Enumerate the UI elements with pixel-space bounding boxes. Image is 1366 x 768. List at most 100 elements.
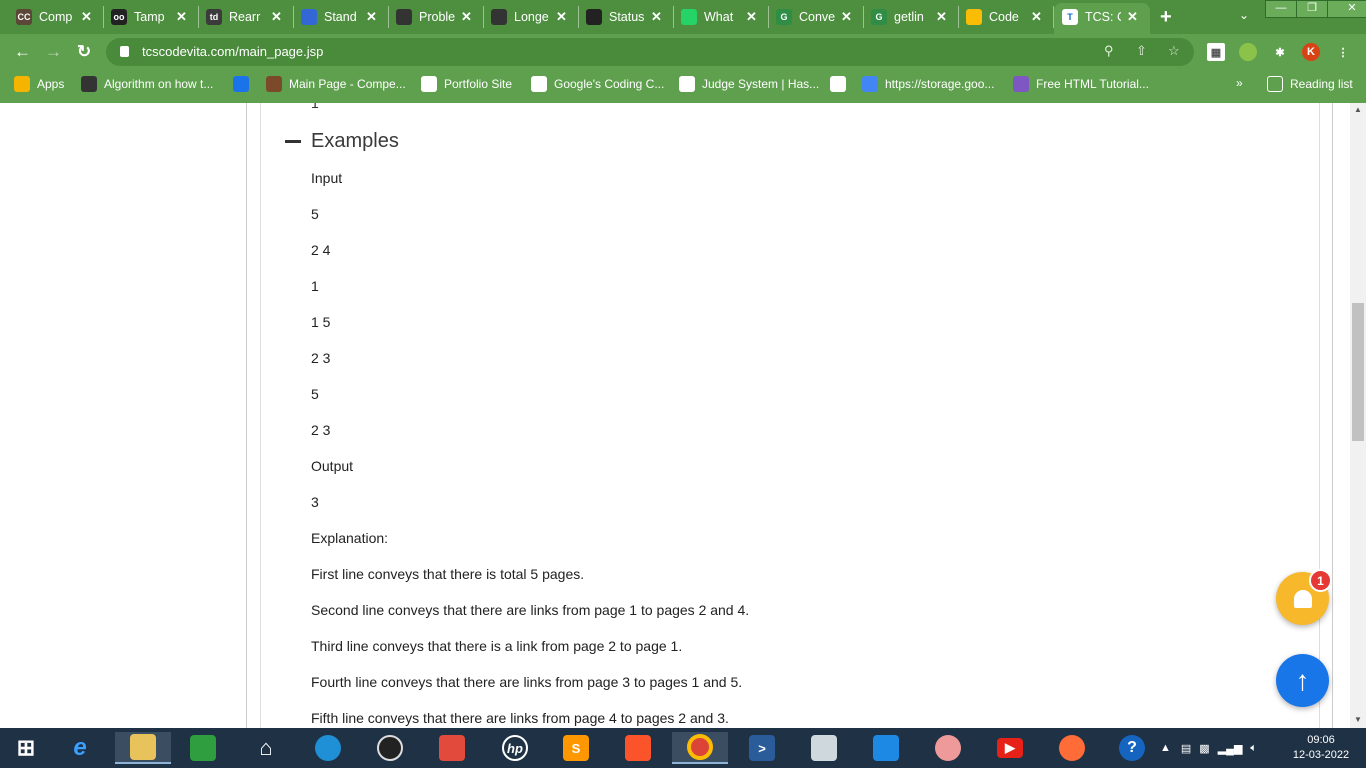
scroll-up-icon[interactable]: ▲ <box>1354 105 1362 114</box>
minimize-button[interactable]: — <box>1265 0 1297 18</box>
example-line: Third line conveys that there is a link … <box>311 638 683 654</box>
wikipedia-icon <box>830 76 846 92</box>
brave-icon <box>625 735 651 761</box>
windows-taskbar: ⊞ e ⌂ hp S > ▶ ? ▲ ▤ ▩ ▂▄▆ 🔈︎ 09:06 12-0… <box>0 728 1366 768</box>
tab-0[interactable]: CC Comp ✕ <box>16 6 104 28</box>
collapse-minus-icon[interactable] <box>285 140 301 143</box>
share-icon[interactable]: ⇧ <box>1136 43 1147 59</box>
bookmark-0[interactable]: Apps <box>14 76 64 92</box>
tab-title: Status <box>609 10 645 24</box>
clock-date: 12-03-2022 <box>1292 749 1350 761</box>
window-controls: — ❐ ✕ <box>1265 0 1366 18</box>
back-button[interactable]: ← <box>14 42 31 62</box>
taskbar-store[interactable] <box>185 732 221 764</box>
taskbar-vscode[interactable] <box>868 732 904 764</box>
bookmarks-overflow-button[interactable]: » <box>1236 76 1243 90</box>
bookmark-5[interactable]: Google's Coding C... <box>531 76 664 92</box>
bookmark-star-icon[interactable]: ☆ <box>1168 43 1180 59</box>
taskbar-hp[interactable]: hp <box>497 732 533 764</box>
volume-icon[interactable]: 🔈︎ <box>1250 742 1257 755</box>
taskbar-monitor[interactable] <box>806 732 842 764</box>
bookmark-4[interactable]: Portfolio Site <box>421 76 512 92</box>
forward-button[interactable]: → <box>45 42 62 62</box>
tab-4[interactable]: Proble ✕ <box>396 6 484 28</box>
taskbar-paint[interactable] <box>434 732 470 764</box>
tab-11[interactable]: T TCS: C ✕ <box>1062 6 1142 28</box>
examples-title: Examples <box>311 130 399 152</box>
vertical-scrollbar[interactable]: ▲ ▼ <box>1350 103 1366 728</box>
extension-chart-icon[interactable]: ▦ <box>1207 43 1225 61</box>
taskbar-clock[interactable]: 09:06 12-03-2022 <box>1290 733 1352 763</box>
reload-button[interactable]: ↻ <box>77 42 91 62</box>
tab-10[interactable]: Code ✕ <box>966 6 1054 28</box>
tab-title: Longe <box>514 10 549 24</box>
tray-expand-icon[interactable]: ▲ <box>1160 742 1171 754</box>
tab-close-icon[interactable]: ✕ <box>1031 9 1042 25</box>
notification-count-badge: 1 <box>1309 569 1332 592</box>
taskbar-powershell[interactable]: > <box>744 732 780 764</box>
bookmark-6[interactable]: Judge System | Has... <box>679 76 819 92</box>
restore-button[interactable]: ❐ <box>1296 0 1328 18</box>
taskbar-youtube[interactable]: ▶ <box>992 732 1028 764</box>
bookmark-label: Portfolio Site <box>444 77 513 91</box>
tab-close-icon[interactable]: ✕ <box>936 9 947 25</box>
tab-1[interactable]: oo Tamp ✕ <box>111 6 199 28</box>
bookmark-9[interactable]: Free HTML Tutorial... <box>1013 76 1149 92</box>
reading-list-button[interactable]: Reading list <box>1267 76 1353 92</box>
tab-close-icon[interactable]: ✕ <box>556 9 567 25</box>
taskbar-file-explorer[interactable] <box>115 732 171 764</box>
extensions-puzzle-icon[interactable]: ✱ <box>1271 43 1289 61</box>
tab-close-icon[interactable]: ✕ <box>1127 9 1138 25</box>
tab-close-icon[interactable]: ✕ <box>746 9 757 25</box>
taskbar-help[interactable]: ? <box>1114 732 1150 764</box>
close-window-button[interactable]: ✕ <box>1327 0 1366 18</box>
taskbar-sublime[interactable]: S <box>558 732 594 764</box>
taskbar-postman[interactable] <box>1054 732 1090 764</box>
tab-close-icon[interactable]: ✕ <box>176 9 187 25</box>
example-line: 5 <box>311 386 319 402</box>
tab-2[interactable]: td Rearr ✕ <box>206 6 294 28</box>
folder-icon <box>130 734 156 760</box>
example-line: 1 5 <box>311 314 331 330</box>
taskbar-chrome[interactable] <box>672 732 728 764</box>
key-icon[interactable]: ⚲ <box>1104 43 1114 59</box>
scroll-to-top-button[interactable]: ↑ <box>1276 654 1329 707</box>
bookmark-2[interactable] <box>233 76 256 92</box>
taskbar-snip[interactable] <box>930 732 966 764</box>
taskbar-ie[interactable]: e <box>62 732 98 764</box>
bookmark-3[interactable]: Main Page - Compe... <box>266 76 406 92</box>
tab-6[interactable]: Status ✕ <box>586 6 674 28</box>
tab-close-icon[interactable]: ✕ <box>651 9 662 25</box>
tab-5[interactable]: Longe ✕ <box>491 6 579 28</box>
taskbar-home[interactable]: ⌂ <box>248 732 284 764</box>
address-bar[interactable]: tcscodevita.com/main_page.jsp ⚲ ⇧ ☆ <box>106 38 1194 66</box>
tab-close-icon[interactable]: ✕ <box>366 9 377 25</box>
tab-close-icon[interactable]: ✕ <box>461 9 472 25</box>
scrollbar-thumb[interactable] <box>1352 303 1364 441</box>
taskbar-edge[interactable] <box>310 732 346 764</box>
bookmark-8[interactable]: https://storage.goo... <box>862 76 994 92</box>
scroll-down-icon[interactable]: ▼ <box>1354 715 1362 724</box>
tab-7[interactable]: What ✕ <box>681 6 769 28</box>
new-tab-button[interactable]: + <box>1160 6 1172 29</box>
taskbar-camera[interactable] <box>372 732 408 764</box>
tab-close-icon[interactable]: ✕ <box>271 9 282 25</box>
battery-icon[interactable]: ▤ <box>1181 742 1191 755</box>
menu-kebab-icon[interactable]: ⋮ <box>1334 43 1352 61</box>
examples-section-header[interactable]: Examples <box>285 130 399 153</box>
tab-3[interactable]: Stand ✕ <box>301 6 389 28</box>
resource-monitor-icon <box>811 735 837 761</box>
taskbar-brave[interactable] <box>620 732 656 764</box>
profile-avatar[interactable]: K <box>1302 43 1320 61</box>
start-button[interactable]: ⊞ <box>4 732 48 764</box>
tab-close-icon[interactable]: ✕ <box>81 9 92 25</box>
bookmark-1[interactable]: Algorithm on how t... <box>81 76 213 92</box>
tab-8[interactable]: G Conve ✕ <box>776 6 864 28</box>
tab-9[interactable]: Ggetlin ✕ <box>871 6 959 28</box>
bookmark-7[interactable] <box>830 76 853 92</box>
tab-close-icon[interactable]: ✕ <box>841 9 852 25</box>
wifi-signal-icon[interactable]: ▂▄▆ <box>1218 742 1243 755</box>
network-icon[interactable]: ▩ <box>1199 742 1209 755</box>
extension-green-icon[interactable] <box>1239 43 1257 61</box>
tab-search-icon[interactable]: ⌄ <box>1239 8 1249 22</box>
